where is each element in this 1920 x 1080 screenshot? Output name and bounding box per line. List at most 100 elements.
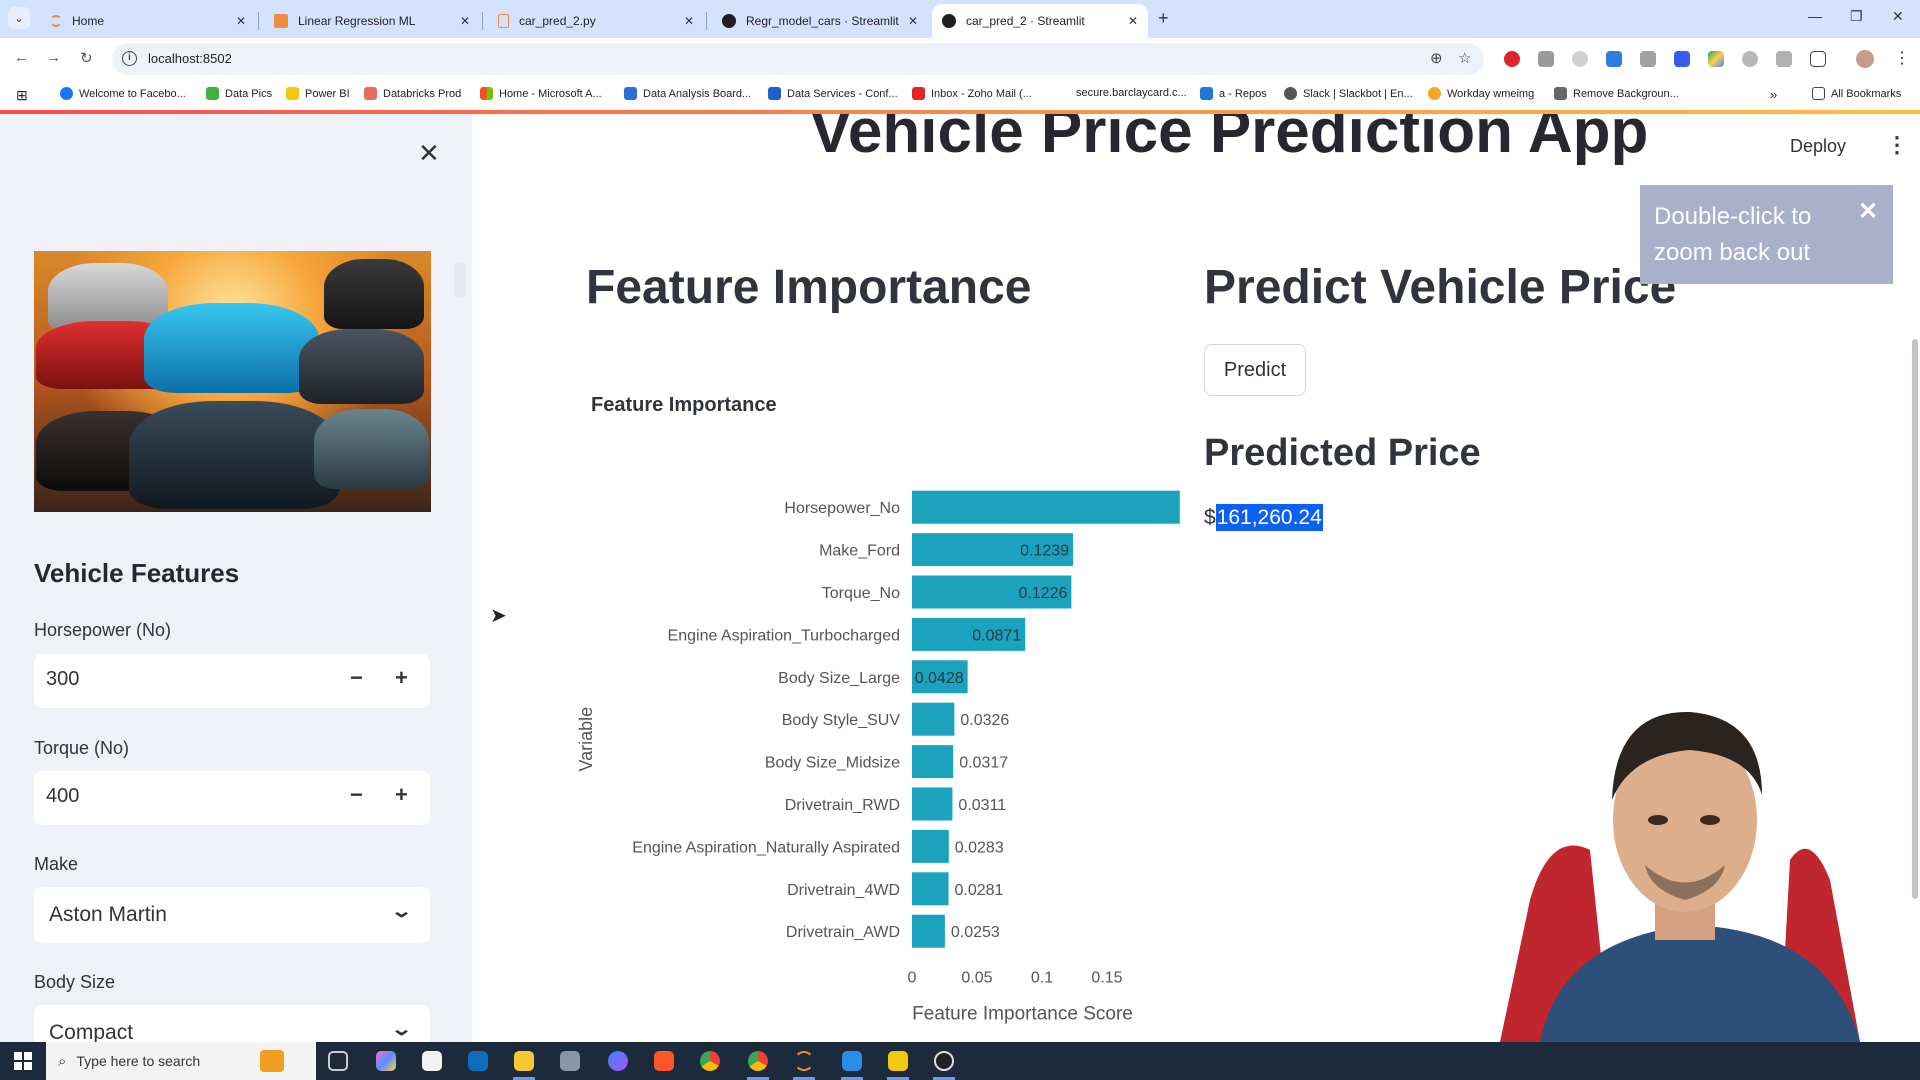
y-tick-label: Drivetrain_AWD (786, 924, 900, 941)
chart-bar[interactable] (912, 872, 949, 906)
camera-extension-icon[interactable] (1538, 51, 1554, 67)
extension-icon[interactable] (1606, 51, 1622, 67)
file-explorer-icon[interactable] (514, 1051, 534, 1071)
chart-bar[interactable] (912, 829, 949, 863)
bookmark-item[interactable]: Databricks Prod (364, 87, 461, 100)
close-tab-icon[interactable]: ✕ (908, 14, 918, 28)
close-sidebar-icon[interactable]: ✕ (418, 138, 440, 169)
app-icon[interactable] (560, 1051, 580, 1071)
windows-start-button[interactable] (14, 1052, 32, 1070)
body-size-select[interactable]: Compact ⌄ (34, 1005, 430, 1042)
extension-icon[interactable] (1776, 51, 1792, 67)
vscode-icon[interactable] (842, 1051, 862, 1071)
main-menu-icon[interactable]: ⋮ (1886, 132, 1908, 158)
close-tab-icon[interactable]: ✕ (236, 14, 246, 28)
chart-bar[interactable] (912, 914, 945, 948)
torque-increment-button[interactable]: + (395, 782, 408, 808)
task-view-icon[interactable] (328, 1051, 348, 1071)
profile-avatar[interactable] (1856, 50, 1874, 68)
close-tab-icon[interactable]: ✕ (1128, 14, 1138, 28)
opera-extension-icon[interactable] (1504, 51, 1520, 67)
bookmark-item[interactable]: Data Analysis Board... (624, 87, 751, 100)
forward-icon[interactable]: → (46, 49, 61, 66)
extension-icon[interactable] (1640, 51, 1656, 67)
browser-tab-car-pred-streamlit[interactable]: car_pred_2 · Streamlit ✕ (932, 4, 1148, 38)
chart-bar[interactable] (912, 702, 955, 736)
brave-icon[interactable] (654, 1051, 674, 1071)
horsepower-value[interactable]: 300 (46, 668, 79, 691)
chart-bar[interactable] (912, 787, 953, 821)
chrome-icon[interactable] (700, 1051, 720, 1071)
torque-decrement-button[interactable]: − (350, 782, 363, 808)
chevron-down-icon: ⌄ (390, 901, 413, 921)
bar-value-label: 0.0281 (955, 882, 1004, 899)
extension-icon[interactable] (1742, 51, 1758, 67)
extension-icon[interactable] (1674, 51, 1690, 67)
bookmark-item[interactable]: Inbox - Zoho Mail (... (912, 87, 1032, 100)
y-axis-label: Variable (576, 707, 596, 772)
torque-value[interactable]: 400 (46, 785, 79, 808)
close-tab-icon[interactable]: ✕ (460, 14, 470, 28)
new-tab-button[interactable]: + (1158, 8, 1169, 29)
site-info-icon[interactable]: i (122, 51, 137, 66)
bookmark-item[interactable]: Welcome to Facebo... (60, 87, 186, 100)
bookmark-item[interactable]: secure.barclaycard.c... (1076, 87, 1187, 99)
back-icon[interactable]: ← (14, 49, 29, 66)
apps-grid-icon[interactable]: ⊞ (16, 87, 28, 104)
bar-value-label: 0.0326 (960, 712, 1009, 729)
bar-value-label: 0.0283 (955, 839, 1004, 856)
toast-close-icon[interactable]: ✕ (1858, 197, 1878, 226)
horsepower-input[interactable]: 300 − + (34, 654, 430, 708)
url-text[interactable]: localhost:8502 (148, 51, 232, 66)
deploy-button[interactable]: Deploy (1790, 136, 1846, 157)
bookmark-item[interactable]: Workday wmeimg (1428, 87, 1534, 100)
feature-importance-chart[interactable]: Horsepower_No Make_Ford 0.1239 Torque_No 0.1… (568, 464, 1288, 1034)
extension-icon[interactable] (1572, 51, 1588, 67)
all-bookmarks-button[interactable]: All Bookmarks (1812, 87, 1901, 100)
taskbar-search[interactable]: ⌕ Type here to search (46, 1042, 316, 1080)
address-bar[interactable]: i localhost:8502 ⊕ ☆ (112, 43, 1484, 75)
extensions-puzzle-icon[interactable] (1810, 51, 1826, 67)
minimize-button[interactable]: — (1808, 8, 1822, 24)
browser-tab-linear-regression[interactable]: Linear Regression ML ✕ (264, 4, 480, 38)
bookmark-item[interactable]: Power BI (286, 87, 350, 100)
close-window-button[interactable]: ✕ (1892, 8, 1904, 25)
bookmark-item[interactable]: Slack | Slackbot | En... (1284, 87, 1413, 100)
bookmark-item[interactable]: Data Pics (206, 87, 272, 100)
predict-button[interactable]: Predict (1204, 344, 1306, 396)
jupyter-icon[interactable] (794, 1051, 814, 1071)
restore-button[interactable]: ❐ (1850, 8, 1863, 25)
make-select[interactable]: Aston Martin ⌄ (34, 887, 430, 943)
google-drive-icon[interactable] (1708, 51, 1724, 67)
outlook-icon[interactable] (468, 1051, 488, 1071)
zoom-icon[interactable]: ⊕ (1430, 49, 1443, 67)
chart-bar[interactable] (912, 745, 954, 779)
ms-store-icon[interactable] (422, 1051, 442, 1071)
browser-tab-regr-model[interactable]: Regr_model_cars · Streamlit ✕ (712, 4, 928, 38)
bookmark-item[interactable]: a - Repos (1200, 87, 1267, 100)
bookmark-item[interactable]: Data Services - Conf... (768, 87, 898, 100)
reload-icon[interactable]: ↻ (80, 49, 93, 67)
copilot-icon[interactable] (376, 1051, 396, 1071)
torque-input[interactable]: 400 − + (34, 771, 430, 825)
browser-menu-icon[interactable]: ⋮ (1894, 48, 1910, 67)
browser-tab-car-pred-py[interactable]: car_pred_2.py ✕ (488, 4, 704, 38)
bing-icon[interactable] (608, 1051, 628, 1071)
browser-tab-home[interactable]: Home ✕ (40, 4, 256, 38)
power-bi-icon[interactable] (888, 1051, 908, 1071)
bookmarks-overflow-button[interactable]: » (1770, 87, 1777, 102)
webcam-overlay (1390, 700, 1920, 1042)
horsepower-decrement-button[interactable]: − (350, 665, 363, 691)
horsepower-increment-button[interactable]: + (395, 665, 408, 691)
obs-icon[interactable] (934, 1051, 954, 1071)
chrome-profile-icon[interactable] (748, 1051, 768, 1071)
close-tab-icon[interactable]: ✕ (684, 14, 694, 28)
tab-search-button[interactable]: ⌄ (8, 7, 30, 29)
bookmark-item[interactable]: Home - Microsoft A... (480, 87, 602, 100)
bookmark-star-icon[interactable]: ☆ (1458, 49, 1471, 67)
image-fullscreen-handle[interactable] (454, 262, 466, 298)
mouse-cursor-icon: ➤ (490, 605, 507, 627)
search-icon: ⌕ (58, 1052, 67, 1070)
chart-bar[interactable] (912, 490, 1180, 524)
bookmark-item[interactable]: Remove Backgroun... (1554, 87, 1679, 100)
